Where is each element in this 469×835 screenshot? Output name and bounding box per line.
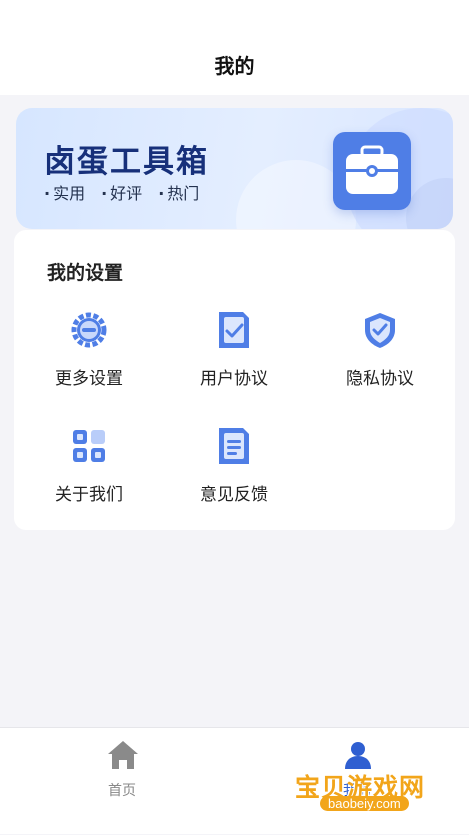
header-bar: 我的 — [0, 0, 469, 95]
grid-apps-icon — [69, 426, 109, 466]
tab-home-label: 首页 — [108, 783, 136, 799]
bottom-tab-bar: 首页 我的 — [0, 727, 469, 834]
tab-home[interactable]: 首页 — [5, 728, 239, 835]
document-check-icon — [214, 310, 254, 350]
page-title: 我的 — [214, 54, 255, 78]
feedback-document-icon — [214, 426, 254, 466]
user-agreement-button[interactable]: 用户协议 — [164, 310, 304, 400]
more-settings-button[interactable]: 更多设置 — [19, 310, 159, 400]
privacy-agreement-button[interactable]: 隐私协议 — [310, 310, 450, 400]
home-icon — [106, 738, 140, 772]
privacy-agreement-label: 隐私协议 — [346, 369, 414, 389]
more-settings-label: 更多设置 — [55, 369, 123, 389]
about-us-button[interactable]: 关于我们 — [19, 426, 159, 516]
banner-tags: 实用 好评 热门 — [44, 180, 199, 204]
toolbox-icon — [333, 132, 411, 210]
banner-tag: 热门 — [158, 180, 199, 204]
user-agreement-label: 用户协议 — [200, 369, 268, 389]
settings-title: 我的设置 — [47, 262, 124, 284]
settings-card: 我的设置 更多设置 用户协议 隐私协议 关于我们 意见反馈 — [14, 230, 455, 530]
feedback-button[interactable]: 意见反馈 — [164, 426, 304, 516]
profile-icon — [341, 738, 375, 772]
feedback-label: 意见反馈 — [200, 485, 268, 505]
banner-tag: 实用 — [44, 180, 85, 204]
shield-check-icon — [360, 310, 400, 350]
about-us-label: 关于我们 — [55, 485, 123, 505]
gear-icon — [69, 310, 109, 350]
tab-profile[interactable]: 我的 — [240, 728, 469, 835]
banner-tag: 好评 — [101, 180, 142, 204]
app-banner: 卤蛋工具箱 实用 好评 热门 — [16, 108, 453, 229]
tab-profile-label: 我的 — [343, 783, 371, 799]
banner-title: 卤蛋工具箱 — [44, 144, 209, 180]
